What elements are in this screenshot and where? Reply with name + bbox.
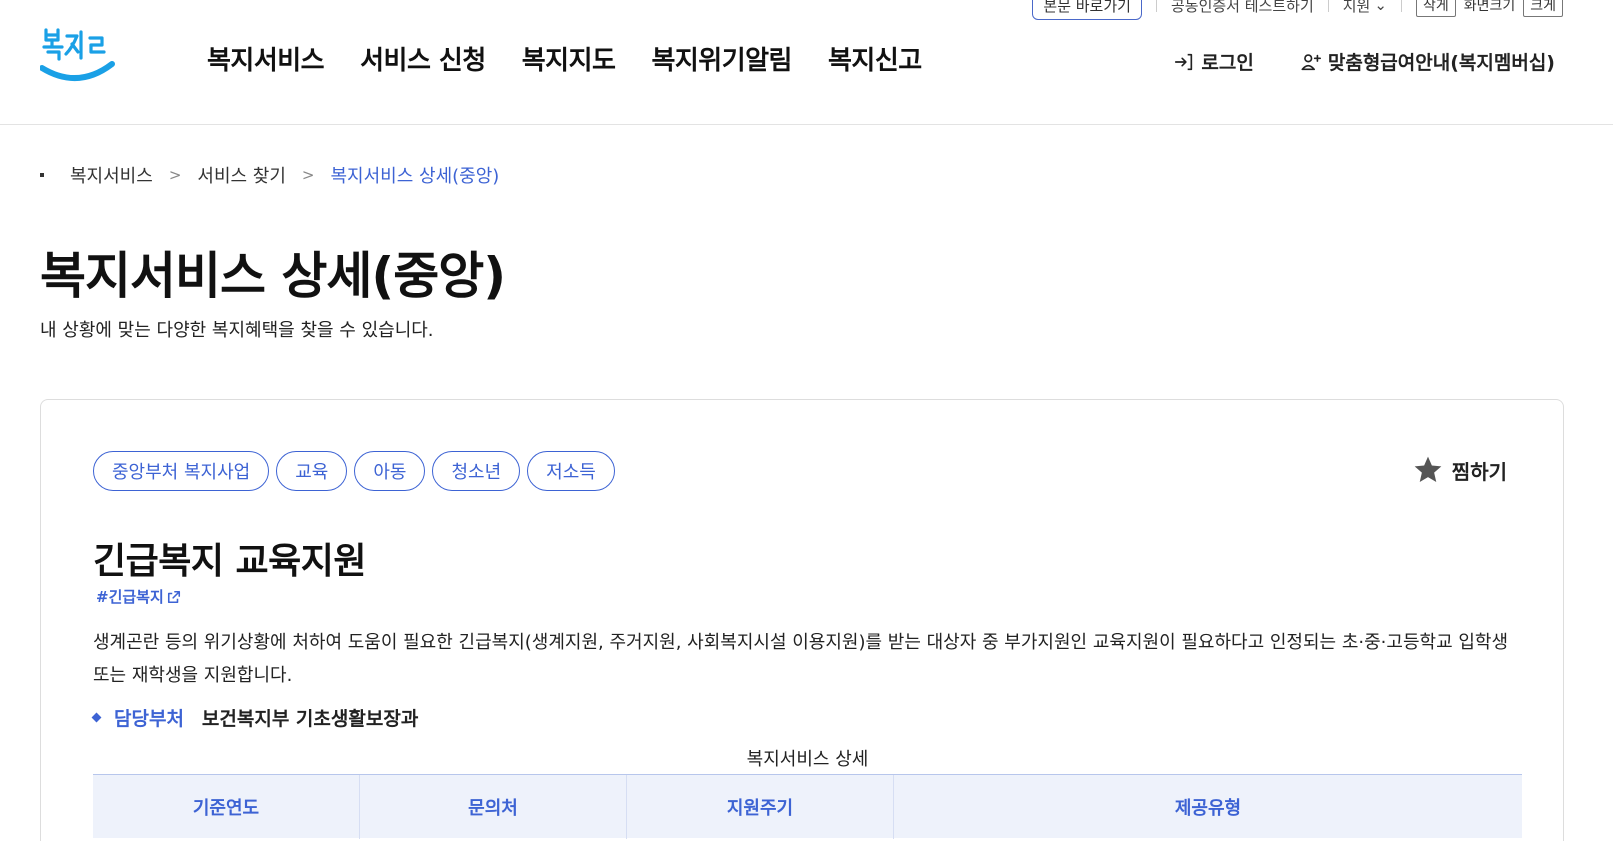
gnb-service-apply[interactable]: 서비스 신청 [360,40,486,77]
detail-table-header: 기준연도 문의처 지원주기 제공유형 [93,774,1522,839]
breadcrumb-item-current: 복지서비스 상세(중앙) [330,166,500,187]
login-label: 로그인 [1201,52,1254,74]
breadcrumb-item-service-search[interactable]: 서비스 찾기 [197,162,286,188]
bokjiro-logo-icon [39,28,115,82]
utility-bar: 본문 바로가기 공동인증서 테스트하기 지원 ⌄ 작게 화면크기 크게 [1032,0,1563,20]
site-header: 본문 바로가기 공동인증서 테스트하기 지원 ⌄ 작게 화면크기 크게 복지서비… [0,0,1613,125]
tag-chip[interactable]: 청소년 [432,451,521,491]
site-logo[interactable] [39,24,116,90]
table-header-cell: 지원주기 [627,775,894,839]
service-title: 긴급복지 교육지원 [93,541,367,582]
favorite-label: 찜하기 [1451,459,1507,484]
chevron-right-icon: > [168,166,182,184]
hashtag-link[interactable]: #긴급복지 [96,586,181,607]
membership-label: 맞춤형급여안내(복지멤버십) [1327,52,1555,74]
service-detail-card: 중앙부처 복지사업 교육 아동 청소년 저소득 찜하기 긴급복지 교육지원 #긴… [40,399,1564,841]
page-description: 내 상황에 맞는 다양한 복지혜택을 찾을 수 있습니다. [40,320,434,341]
login-link[interactable]: 로그인 [1173,48,1254,75]
gnb-welfare-crisis-alert[interactable]: 복지위기알림 [651,40,792,77]
page: 본문 바로가기 공동인증서 테스트하기 지원 ⌄ 작게 화면크기 크게 복지서비… [0,0,1613,841]
service-tags: 중앙부처 복지사업 교육 아동 청소년 저소득 [93,451,615,491]
detail-table-caption: 복지서비스 상세 [746,749,869,770]
page-title: 복지서비스 상세(중앙) [40,247,506,305]
font-size-reset-button[interactable]: 화면크기 [1464,0,1516,15]
table-header-cell: 제공유형 [1174,798,1242,819]
breadcrumb-home-bullet [40,173,44,177]
user-menu: 로그인 맞춤형급여안내(복지멤버십) [1173,48,1555,75]
tag-chip[interactable]: 교육 [276,451,348,491]
department-label: 담당부처 [114,708,184,730]
user-add-icon [1301,53,1321,70]
chevron-down-icon: ⌄ [1374,0,1387,14]
divider [1400,0,1402,12]
hashtag-label: #긴급복지 [96,588,164,606]
tag-chip[interactable]: 중앙부처 복지사업 [93,451,270,491]
language-select[interactable]: 지원 ⌄ [1343,0,1387,16]
table-header-cell: 기준연도 [93,775,360,839]
department-value: 보건복지부 기초생활보장과 [201,708,419,730]
diamond-bullet-icon [91,712,102,723]
public-cert-test-link[interactable]: 공동인증서 테스트하기 [1171,0,1314,16]
gnb-welfare-report[interactable]: 복지신고 [828,40,922,77]
login-icon [1175,53,1193,70]
divider [1327,0,1329,12]
service-description: 생계곤란 등의 위기상황에 처하여 도움이 필요한 긴급복지(생계지원, 주거지… [93,632,1509,686]
font-size-large-button[interactable]: 크게 [1523,0,1563,17]
gnb-welfare-service[interactable]: 복지서비스 [207,40,325,77]
global-navigation: 복지서비스 서비스 신청 복지지도 복지위기알림 복지신고 [207,40,922,77]
skip-to-content-link[interactable]: 본문 바로가기 [1032,0,1142,20]
breadcrumb: 복지서비스 > 서비스 찾기 > 복지서비스 상세(중앙) [40,162,499,188]
font-size-controls: 작게 화면크기 크게 [1415,0,1563,17]
language-label: 지원 [1342,0,1371,15]
external-link-icon [167,590,180,603]
table-header-cell: 문의처 [360,775,627,839]
divider [1155,0,1157,12]
membership-link[interactable]: 맞춤형급여안내(복지멤버십) [1300,48,1555,75]
favorite-button[interactable]: 찜하기 [1412,454,1507,486]
tag-chip[interactable]: 아동 [354,451,426,491]
gnb-welfare-map[interactable]: 복지지도 [522,40,616,77]
font-size-small-button[interactable]: 작게 [1415,0,1456,17]
chevron-right-icon: > [301,166,315,184]
star-icon [1414,456,1442,482]
tag-chip[interactable]: 저소득 [527,451,615,491]
department-row: 담당부처 보건복지부 기초생활보장과 [91,704,419,731]
breadcrumb-item-welfare-service[interactable]: 복지서비스 [70,162,153,188]
